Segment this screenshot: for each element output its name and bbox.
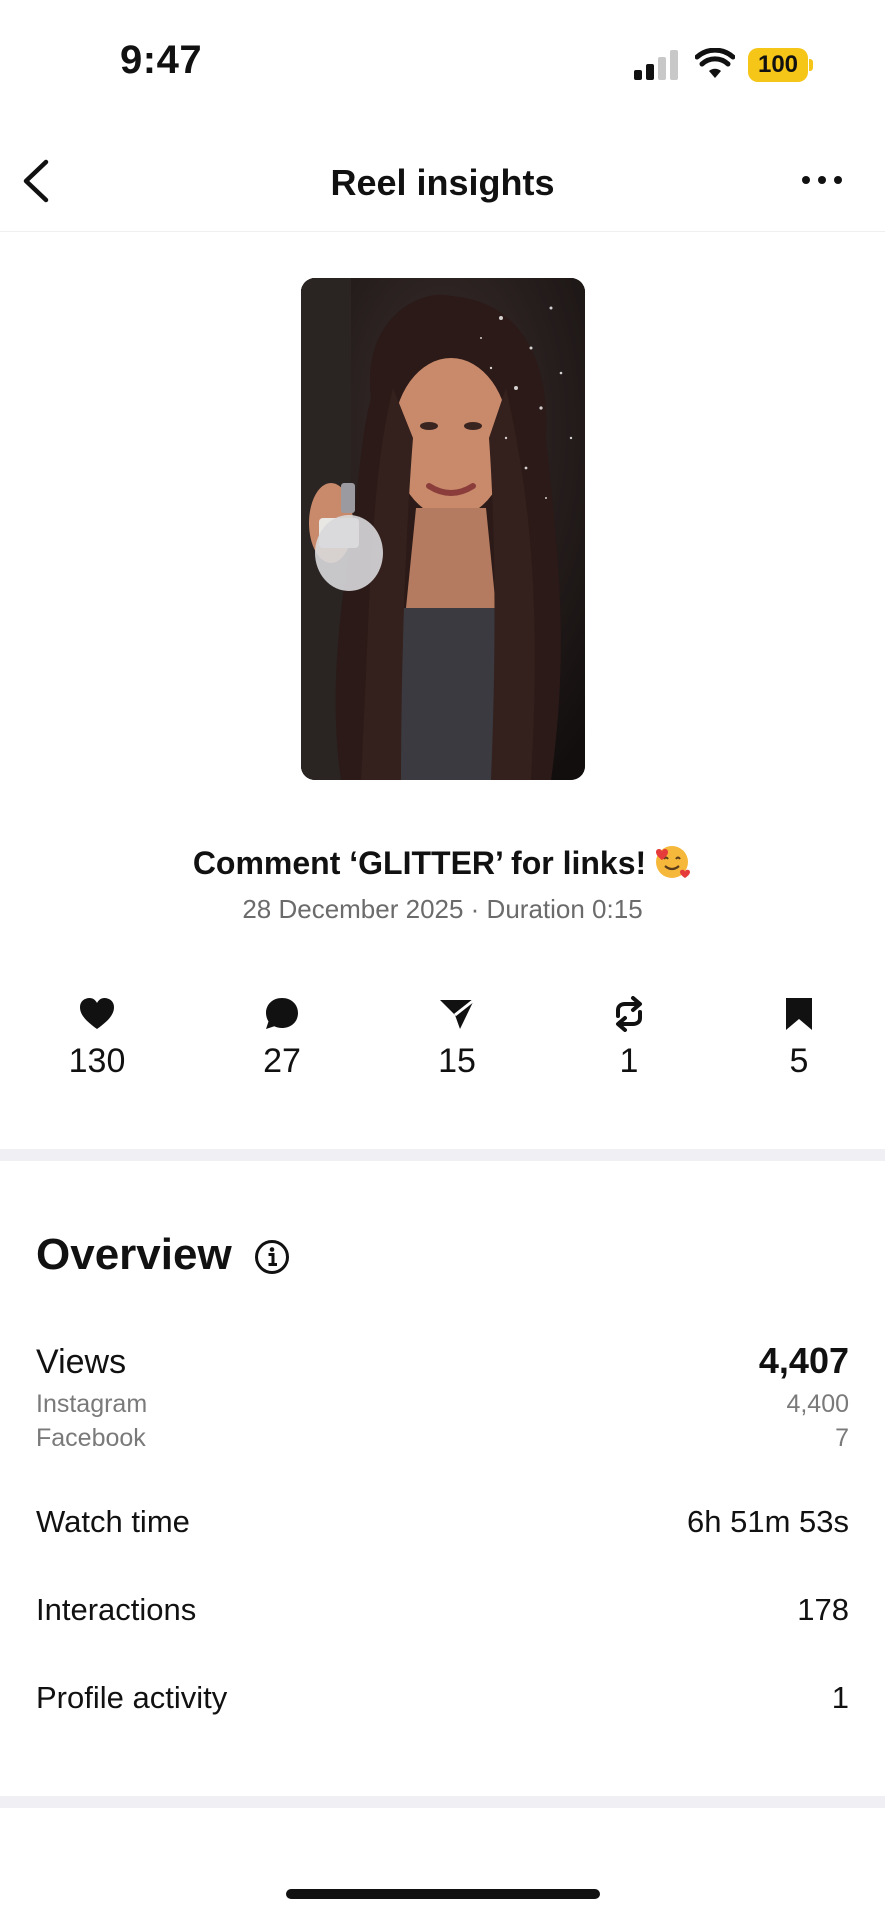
engagement-stats-row: 130 27 15 1 5 bbox=[0, 996, 885, 1096]
saves-stat: 5 bbox=[739, 996, 859, 1081]
top-navigation-bar: Reel insights bbox=[0, 120, 885, 232]
watch-time-label: Watch time bbox=[36, 1504, 190, 1539]
reposts-count: 1 bbox=[619, 1042, 639, 1080]
views-value: 4,407 bbox=[758, 1340, 849, 1381]
reel-caption: Comment ‘GLITTER’ for links! bbox=[0, 842, 885, 882]
instagram-views-label: Instagram bbox=[36, 1390, 148, 1418]
reposts-stat: 1 bbox=[569, 996, 689, 1081]
section-divider bbox=[0, 1149, 885, 1161]
wifi-icon bbox=[695, 48, 735, 78]
reel-insights-screen: 9:47 100 Reel insights Comment ‘GLITTER’… bbox=[0, 0, 885, 1920]
reel-date-duration: 28 December 2025 · Duration 0:15 bbox=[242, 894, 643, 924]
comments-count: 27 bbox=[263, 1042, 301, 1080]
shares-stat: 15 bbox=[397, 996, 517, 1081]
info-icon[interactable] bbox=[254, 1239, 290, 1275]
facebook-views-value: 7 bbox=[835, 1424, 849, 1452]
interactions-value: 178 bbox=[797, 1592, 849, 1627]
watch-time-value: 6h 51m 53s bbox=[687, 1504, 849, 1539]
reel-thumbnail[interactable] bbox=[301, 278, 585, 780]
battery-indicator: 100 bbox=[748, 48, 808, 82]
send-icon bbox=[440, 998, 475, 1029]
profile-activity-label: Profile activity bbox=[36, 1680, 228, 1715]
cellular-signal-icon bbox=[634, 50, 678, 80]
status-time: 9:47 bbox=[120, 38, 203, 82]
likes-stat: 130 bbox=[37, 996, 157, 1081]
shares-count: 15 bbox=[438, 1042, 476, 1080]
profile-activity-value: 1 bbox=[831, 1680, 849, 1715]
interactions-label: Interactions bbox=[36, 1592, 197, 1627]
status-bar: 9:47 100 bbox=[0, 0, 885, 120]
comment-icon bbox=[266, 998, 298, 1029]
more-options-icon[interactable] bbox=[800, 168, 844, 192]
heart-icon bbox=[80, 998, 114, 1029]
facebook-views-label: Facebook bbox=[36, 1424, 146, 1452]
saves-count: 5 bbox=[789, 1042, 809, 1080]
repost-icon bbox=[616, 996, 642, 1032]
views-label: Views bbox=[36, 1343, 127, 1381]
battery-cap bbox=[809, 59, 813, 71]
bookmark-icon bbox=[786, 998, 812, 1030]
section-divider-bottom bbox=[0, 1796, 885, 1808]
home-indicator[interactable] bbox=[286, 1889, 600, 1899]
reel-caption-text: Comment ‘GLITTER’ for links! bbox=[192, 845, 647, 881]
reel-thumbnail-image bbox=[301, 278, 585, 780]
likes-count: 130 bbox=[68, 1042, 126, 1080]
comments-stat: 27 bbox=[222, 996, 342, 1081]
page-title: Reel insights bbox=[330, 162, 555, 203]
overview-heading: Overview bbox=[36, 1230, 232, 1279]
instagram-views-value: 4,400 bbox=[786, 1390, 849, 1418]
smiling-face-with-hearts-icon bbox=[656, 846, 691, 878]
